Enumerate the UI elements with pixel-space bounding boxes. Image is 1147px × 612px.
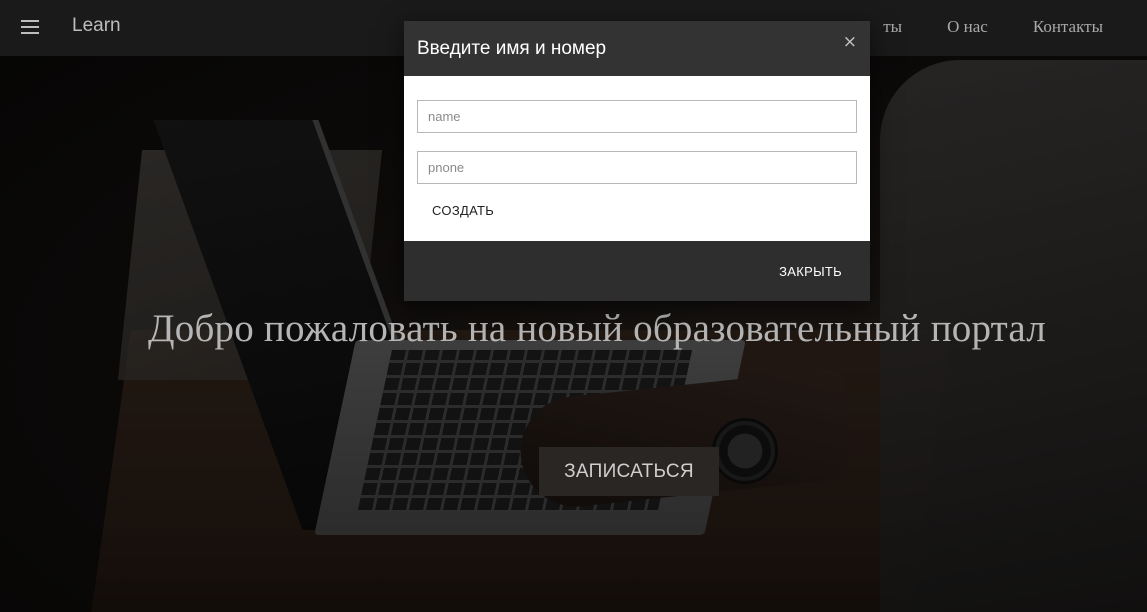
signup-button[interactable]: ЗАПИСАТЬСЯ xyxy=(539,447,719,496)
nav-link-contacts[interactable]: Контакты xyxy=(1033,17,1103,37)
name-input[interactable] xyxy=(417,100,857,133)
modal-title: Введите имя и номер xyxy=(417,38,607,59)
close-icon[interactable]: × xyxy=(843,34,857,51)
modal-footer: ЗАКРЫТЬ xyxy=(404,241,870,301)
nav-links: ты О нас Контакты xyxy=(883,17,1103,37)
create-button[interactable]: СОЗДАТЬ xyxy=(432,203,494,218)
modal-header: Введите имя и номер × xyxy=(404,21,870,76)
nav-link-services[interactable]: ты xyxy=(883,17,902,37)
modal-body: СОЗДАТЬ xyxy=(404,76,870,241)
hero-title: Добро пожаловать на новый образовательны… xyxy=(148,307,1046,350)
signup-modal: Введите имя и номер × СОЗДАТЬ ЗАКРЫТЬ xyxy=(404,21,870,301)
hamburger-icon[interactable] xyxy=(21,20,39,34)
nav-link-about[interactable]: О нас xyxy=(947,17,988,37)
phone-input[interactable] xyxy=(417,151,857,184)
brand-logo[interactable]: Learn xyxy=(72,15,121,37)
close-button[interactable]: ЗАКРЫТЬ xyxy=(779,264,842,279)
